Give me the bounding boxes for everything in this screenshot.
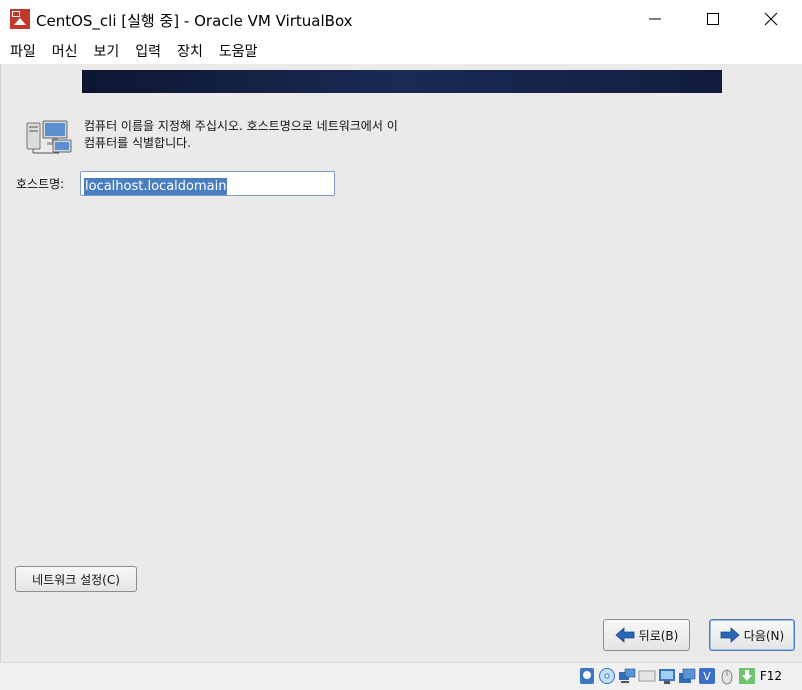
next-label: 다음(N) bbox=[743, 628, 785, 643]
optical-drive-icon[interactable] bbox=[598, 667, 616, 685]
window-title: CentOS_cli [실행 중] - Oracle VM VirtualBox bbox=[36, 12, 353, 30]
menu-machine[interactable]: 머신 bbox=[52, 41, 78, 61]
virtualbox-app-icon bbox=[10, 9, 30, 29]
hostname-label: 호스트명: bbox=[16, 177, 65, 191]
network-adapter-icon[interactable] bbox=[618, 667, 636, 685]
minimize-icon bbox=[649, 18, 661, 20]
hard-disk-icon[interactable] bbox=[578, 667, 596, 685]
hostname-description: 컴퓨터 이름을 지정해 주십시오. 호스트명으로 네트워크에서 이 컴퓨터를 식… bbox=[84, 119, 398, 150]
maximize-icon bbox=[707, 13, 719, 25]
next-button[interactable]: 다음(N) bbox=[709, 619, 795, 651]
menu-bar: 파일 머신 보기 입력 장치 도움말 bbox=[0, 38, 802, 64]
hostname-value: localhost.localdomain bbox=[84, 178, 228, 195]
close-button[interactable] bbox=[742, 0, 800, 38]
close-icon bbox=[764, 12, 778, 26]
arrow-left-icon bbox=[615, 627, 635, 643]
back-button[interactable]: 뒤로(B) bbox=[603, 619, 690, 651]
host-key-label: F12 bbox=[759, 669, 782, 683]
menu-devices[interactable]: 장치 bbox=[177, 41, 203, 61]
keyboard-capture-icon[interactable] bbox=[738, 667, 756, 685]
network-computers-icon bbox=[26, 120, 72, 154]
usb-icon[interactable] bbox=[638, 667, 656, 685]
menu-help[interactable]: 도움말 bbox=[219, 41, 258, 61]
installer-banner bbox=[82, 70, 722, 93]
vm-display[interactable]: 컴퓨터 이름을 지정해 주십시오. 호스트명으로 네트워크에서 이 컴퓨터를 식… bbox=[0, 64, 802, 662]
menu-file[interactable]: 파일 bbox=[10, 41, 36, 61]
menu-input[interactable]: 입력 bbox=[135, 41, 161, 61]
network-settings-button[interactable]: 네트워크 설정(C) bbox=[15, 566, 137, 592]
menu-view[interactable]: 보기 bbox=[94, 41, 120, 61]
status-bar: V F12 bbox=[0, 662, 802, 690]
network-settings-label: 네트워크 설정(C) bbox=[32, 572, 120, 587]
hostname-input[interactable]: localhost.localdomain bbox=[80, 171, 335, 196]
title-bar: CentOS_cli [실행 중] - Oracle VM VirtualBox bbox=[0, 0, 802, 38]
arrow-right-icon bbox=[720, 627, 740, 643]
back-label: 뒤로(B) bbox=[638, 628, 679, 643]
recording-icon[interactable]: V bbox=[698, 667, 716, 685]
shared-folder-icon[interactable] bbox=[658, 667, 676, 685]
svg-text:V: V bbox=[703, 670, 711, 683]
minimize-button[interactable] bbox=[626, 0, 684, 38]
display-icon[interactable] bbox=[678, 667, 696, 685]
device-status-icons: V F12 bbox=[576, 667, 782, 685]
maximize-button[interactable] bbox=[684, 0, 742, 38]
mouse-integration-icon[interactable] bbox=[718, 667, 736, 685]
